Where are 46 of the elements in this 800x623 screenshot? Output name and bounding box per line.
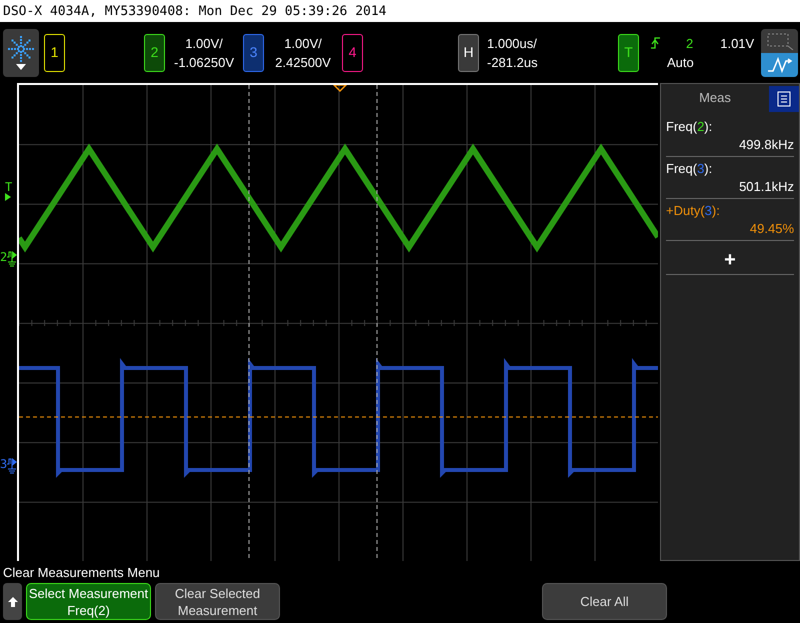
- trigger-source: 2: [686, 36, 694, 50]
- marker-label: T: [5, 181, 12, 193]
- measurement-label: Freq(2):: [666, 120, 712, 133]
- trigger-mode: Auto: [667, 56, 694, 68]
- rising-edge-icon: [651, 37, 660, 49]
- channel-scale: 1.00V/: [185, 36, 223, 50]
- trigger-level-marker-icon: [5, 193, 11, 201]
- window-title: DSO-X 4034A, MY53390408: Mon Dec 29 05:39:26 2014: [3, 4, 387, 18]
- softkey-button[interactable]: Clear All: [542, 583, 667, 620]
- waveform-icon: [766, 56, 792, 72]
- trigger-level: 1.01V: [720, 36, 754, 50]
- measurement-value: 49.45%: [750, 222, 794, 235]
- back-button[interactable]: [3, 583, 22, 620]
- channel-button[interactable]: 4: [342, 34, 363, 72]
- zoom-box-button[interactable]: [761, 28, 798, 52]
- cursor-line[interactable]: [376, 85, 378, 561]
- zoom-box-icon: [766, 32, 794, 50]
- softkey-button[interactable]: Select Measurement Freq(2): [26, 583, 151, 620]
- caret-icon: [16, 64, 26, 70]
- channel-button[interactable]: 3: [243, 34, 264, 72]
- marker-label: 3: [0, 458, 8, 470]
- channel-scale: 1.00V/: [284, 36, 322, 50]
- starburst-icon: [8, 36, 34, 62]
- logo-button[interactable]: [3, 28, 39, 76]
- trigger-position-marker: [332, 85, 348, 92]
- timebase-scale: 1.000us/: [487, 36, 537, 50]
- measurement-value: 501.1kHz: [739, 180, 794, 193]
- channel-button[interactable]: 1: [44, 34, 65, 72]
- channel-offset: 2.42500V: [275, 56, 331, 68]
- cursor-line[interactable]: [248, 85, 250, 561]
- up-arrow-icon: [8, 596, 18, 606]
- timebase-position: -281.2us: [487, 56, 538, 68]
- channel-offset: -1.06250V: [174, 56, 234, 68]
- horizontal-button[interactable]: H: [458, 34, 479, 72]
- softkey-button[interactable]: Clear Selected Measurement: [155, 583, 280, 620]
- measurement-value: 499.8kHz: [739, 138, 794, 151]
- list-icon: [777, 91, 791, 107]
- menu-tab[interactable]: [769, 86, 799, 112]
- menu-title: Clear Measurements Menu: [3, 566, 160, 579]
- add-measurement-button[interactable]: +: [724, 250, 736, 270]
- waveform-mode-button[interactable]: [761, 52, 798, 76]
- measurement-label: Freq(3):: [666, 162, 712, 175]
- channel-button[interactable]: 2: [144, 34, 165, 72]
- measurement-label: +Duty(3):: [666, 204, 720, 217]
- trigger-button[interactable]: T: [618, 34, 639, 72]
- marker-label: 2: [0, 251, 8, 263]
